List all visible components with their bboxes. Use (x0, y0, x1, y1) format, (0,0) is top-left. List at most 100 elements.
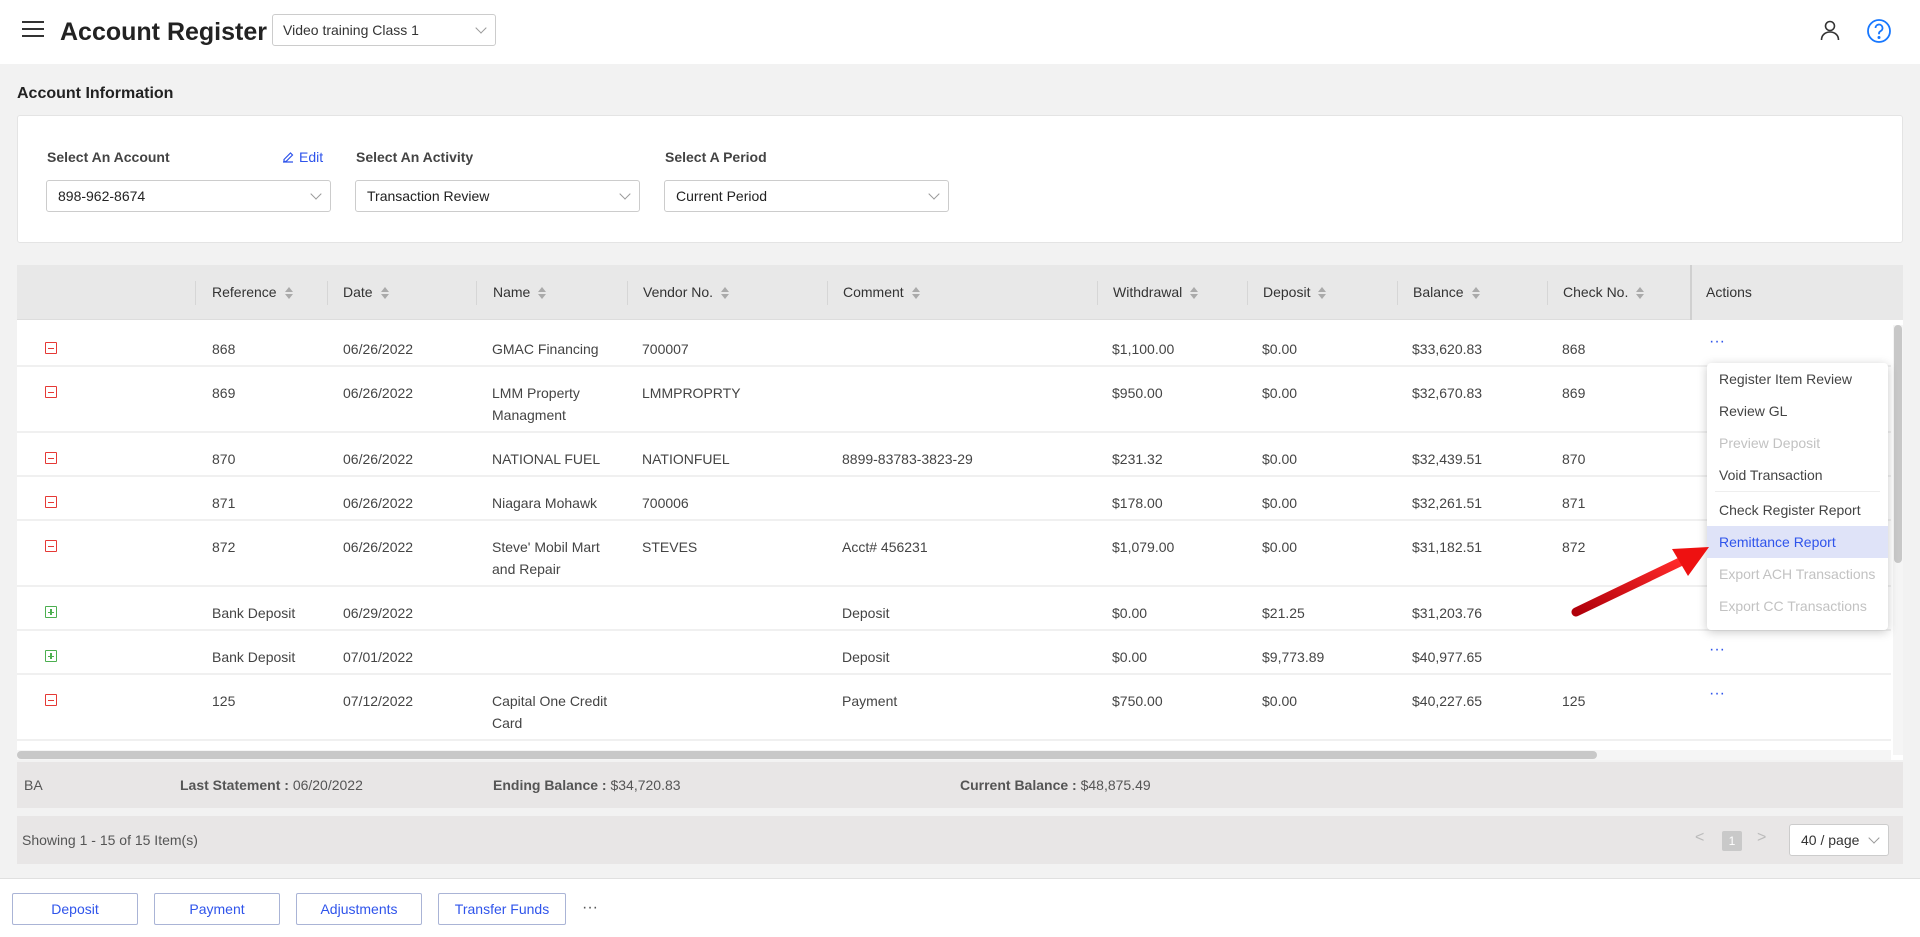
sort-icon[interactable] (1190, 287, 1199, 300)
table-row[interactable]: 868 06/26/2022 GMAC Financing 700007 $1,… (17, 325, 1891, 367)
previous-page-icon[interactable]: < (1695, 829, 1704, 847)
cell-name: NATIONAL FUEL (492, 448, 600, 470)
sort-icon[interactable] (1471, 287, 1480, 300)
payment-button[interactable]: Payment (154, 893, 280, 925)
sort-icon[interactable] (1636, 287, 1645, 300)
column-header-name[interactable]: Name (493, 265, 547, 320)
column-header-label: Comment (843, 284, 904, 300)
horizontal-scroll-thumb[interactable] (17, 751, 1597, 759)
activity-select[interactable]: Transaction Review (355, 180, 640, 212)
top-header: Account Register Video training Class 1 (0, 0, 1920, 64)
period-select-value: Current Period (676, 188, 768, 204)
cell-reference: 125 (212, 693, 236, 709)
pagination-bar: Showing 1 - 15 of 15 Item(s) < 1 > 40 / … (17, 816, 1903, 864)
sort-icon[interactable] (1318, 287, 1327, 300)
sort-icon[interactable] (538, 287, 547, 300)
column-header-label: Reference (212, 284, 277, 300)
table-row[interactable]: Bank Deposit 07/01/2022 Deposit $0.00 $9… (17, 633, 1891, 675)
column-divider (1247, 281, 1248, 305)
menu-item-void-transaction[interactable]: Void Transaction (1707, 459, 1888, 491)
edit-account-link[interactable]: Edit (281, 149, 323, 165)
cell-balance: $31,182.51 (1412, 539, 1483, 555)
cell-reference: Bank Deposit (212, 605, 296, 621)
cell-withdrawal: $178.00 (1112, 495, 1163, 511)
cell-comment: Acct# 456231 (842, 539, 928, 555)
page-size-select[interactable]: 40 / page (1789, 824, 1889, 856)
row-actions-more-icon[interactable]: ··· (1709, 685, 1725, 703)
chevron-down-icon (928, 188, 940, 200)
column-header-balance[interactable]: Balance (1413, 265, 1480, 320)
adjustments-button[interactable]: Adjustments (296, 893, 422, 925)
menu-item-check-register-report[interactable]: Check Register Report (1707, 494, 1888, 526)
table-row[interactable]: 125 07/12/2022 Capital One Credit Card Pa… (17, 677, 1891, 741)
class-select[interactable]: Video training Class 1 (272, 14, 496, 46)
user-icon[interactable] (1818, 18, 1842, 42)
deposit-button[interactable]: Deposit (12, 893, 138, 925)
column-header-vendor-no[interactable]: Vendor No. (643, 265, 730, 320)
cell-name-line1: Steve' Mobil Mart (492, 539, 600, 555)
row-actions-more-icon[interactable]: ··· (1709, 641, 1725, 659)
horizontal-scrollbar[interactable] (17, 750, 1891, 760)
select-activity-label: Select An Activity (356, 149, 474, 165)
cell-deposit: $21.25 (1262, 605, 1305, 621)
table-row[interactable]: 870 06/26/2022 NATIONAL FUEL NATIONFUEL … (17, 435, 1891, 477)
column-header-reference[interactable]: Reference (212, 265, 293, 320)
cell-deposit: $0.00 (1262, 451, 1298, 467)
menu-item-register-item-review[interactable]: Register Item Review (1707, 363, 1888, 395)
withdrawal-indicator-icon (45, 342, 57, 354)
current-balance-value: $48,875.49 (1080, 777, 1151, 793)
row-actions-more-icon[interactable]: ··· (1709, 333, 1725, 351)
column-header-withdrawal[interactable]: Withdrawal (1113, 265, 1199, 320)
column-divider (327, 281, 328, 305)
menu-divider (1715, 491, 1880, 492)
more-actions-icon[interactable]: ··· (582, 899, 598, 917)
cell-balance: $32,439.51 (1412, 451, 1483, 467)
chevron-down-icon (619, 188, 631, 200)
period-select[interactable]: Current Period (664, 180, 949, 212)
column-header-date[interactable]: Date (343, 265, 389, 320)
last-statement: Last Statement : 06/20/2022 (180, 777, 363, 793)
account-select[interactable]: 898-962-8674 (46, 180, 331, 212)
class-select-value: Video training Class 1 (283, 22, 419, 38)
chevron-down-icon (310, 188, 322, 200)
cell-balance: $32,261.51 (1412, 495, 1483, 511)
column-header-label: Balance (1413, 284, 1464, 300)
sort-icon[interactable] (380, 287, 389, 300)
column-header-comment[interactable]: Comment (843, 265, 920, 320)
column-header-label: Check No. (1563, 284, 1629, 300)
withdrawal-indicator-icon (45, 496, 57, 508)
vertical-scrollbar[interactable] (1893, 325, 1903, 755)
select-account-label: Select An Account (47, 149, 170, 165)
cell-balance: $32,670.83 (1412, 385, 1483, 401)
cell-check-no: 870 (1562, 451, 1586, 467)
cell-reference: 869 (212, 385, 236, 401)
table-row[interactable]: 871 06/26/2022 Niagara Mohawk 700006 $17… (17, 479, 1891, 521)
cell-balance: $40,227.65 (1412, 693, 1483, 709)
edit-icon (283, 152, 294, 163)
table-row[interactable]: 869 06/26/2022 LMM Property Managment LMM… (17, 369, 1891, 433)
next-page-icon[interactable]: > (1757, 829, 1766, 847)
cell-reference: Bank Deposit (212, 649, 296, 665)
cell-name-line1: LMM Property (492, 385, 580, 401)
cell-name-line1: Niagara Mohawk (492, 495, 598, 511)
column-header-label: Deposit (1263, 284, 1311, 300)
cell-name-line2: Card (492, 715, 523, 731)
hamburger-menu-icon[interactable] (22, 21, 44, 39)
menu-item-remittance-report[interactable]: Remittance Report (1707, 526, 1888, 558)
ending-balance-value: $34,720.83 (610, 777, 681, 793)
transfer-funds-button[interactable]: Transfer Funds (438, 893, 566, 925)
vertical-scroll-thumb[interactable] (1894, 325, 1902, 563)
activity-select-value: Transaction Review (367, 188, 490, 204)
help-icon[interactable] (1866, 18, 1892, 44)
account-information-title: Account Information (17, 85, 174, 102)
menu-item-review-gl[interactable]: Review GL (1707, 395, 1888, 427)
cell-date: 06/26/2022 (343, 341, 414, 357)
page-number-button[interactable]: 1 (1722, 831, 1742, 851)
sort-icon[interactable] (721, 287, 730, 300)
sort-icon[interactable] (911, 287, 920, 300)
cell-withdrawal: $1,079.00 (1112, 539, 1175, 555)
sort-icon[interactable] (284, 287, 293, 300)
column-header-check-no[interactable]: Check No. (1563, 265, 1645, 320)
column-divider (1547, 281, 1548, 305)
column-header-deposit[interactable]: Deposit (1263, 265, 1327, 320)
